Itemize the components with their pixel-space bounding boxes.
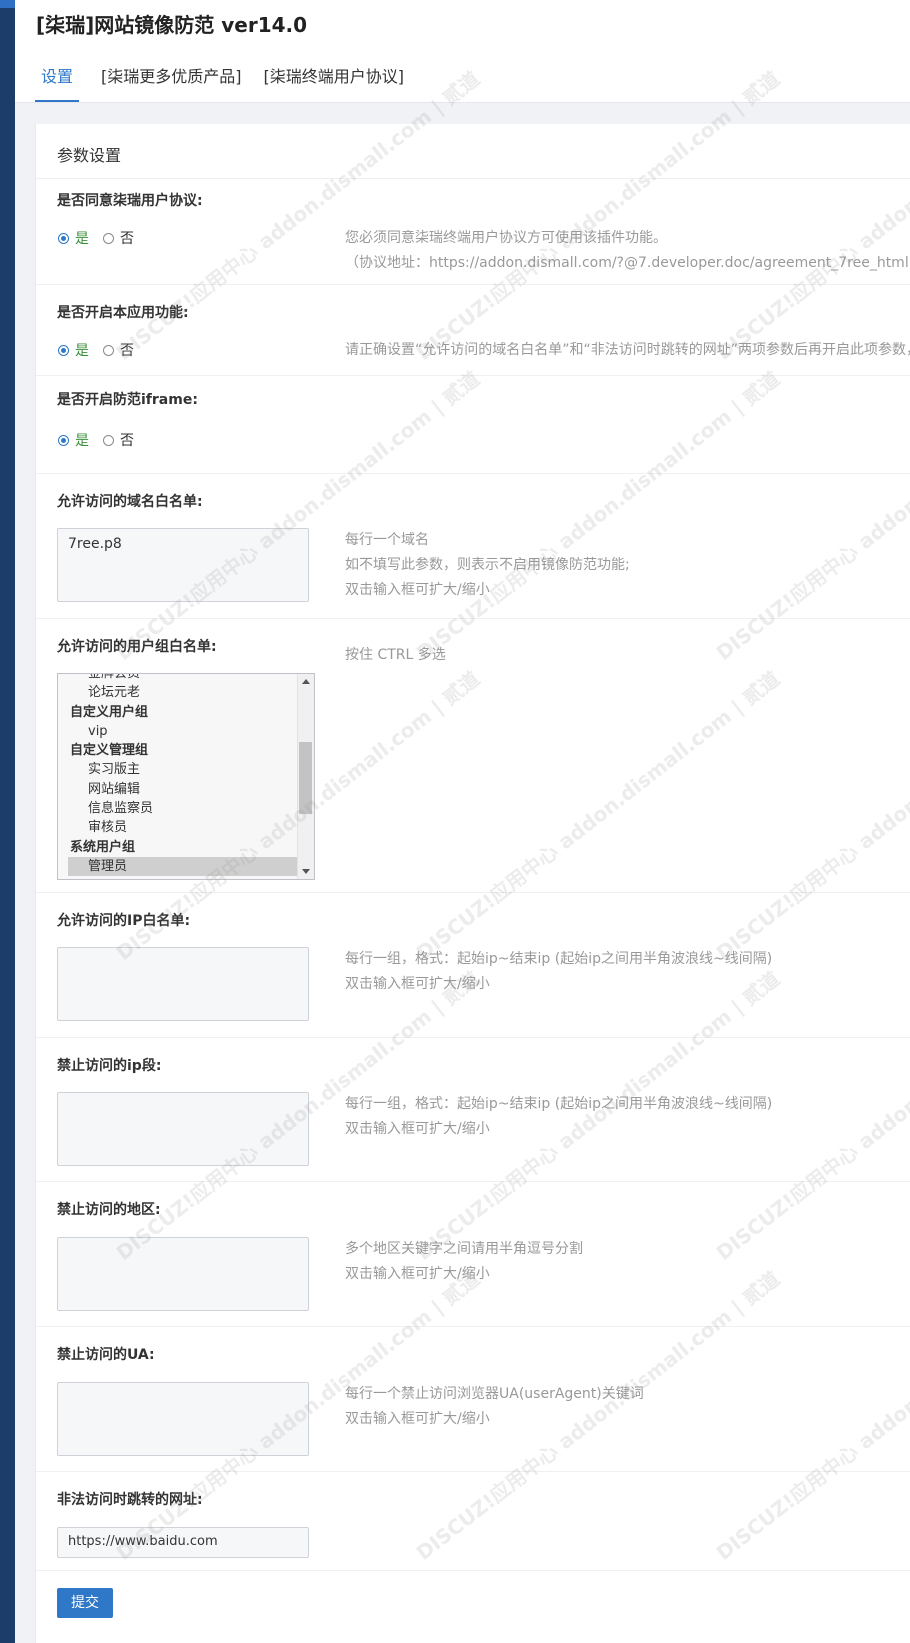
region-block-hint: 多个地区关键字之间请用半角逗号分割 双击输入框可扩大/缩小 bbox=[345, 1237, 583, 1287]
iframe-yes-radio[interactable] bbox=[58, 434, 69, 446]
agree-label: 是否同意柒瑞用户协议: bbox=[57, 193, 203, 209]
group-option[interactable]: vip bbox=[58, 722, 298, 741]
divider bbox=[36, 618, 910, 619]
divider bbox=[36, 473, 910, 474]
divider bbox=[36, 1570, 910, 1571]
domain-whitelist-hint-line: 如不填写此参数，则表示不启用镜像防范功能; bbox=[345, 557, 630, 573]
redirect-url-label: 非法访问时跳转的网址: bbox=[57, 1492, 203, 1508]
tab-user-agreement[interactable]: [柒瑞终端用户协议] bbox=[264, 66, 405, 102]
region-block-hint-line: 双击输入框可扩大/缩小 bbox=[345, 1266, 490, 1282]
left-sidebar bbox=[0, 0, 15, 1643]
group-whitelist-multiselect[interactable]: 金牌会员 论坛元老 自定义用户组 vip 自定义管理组 实习版主 网站编辑 信息… bbox=[57, 673, 315, 880]
sidebar-accent bbox=[0, 0, 15, 8]
agree-hint: 您必须同意柒瑞终端用户协议方可使用该插件功能。 （协议地址：https://ad… bbox=[345, 226, 910, 276]
ip-block-hint: 每行一组，格式：起始ip~结束ip (起始ip之间用半角波浪线~线间隔) 双击输… bbox=[345, 1092, 772, 1142]
agree-no-radio[interactable] bbox=[103, 232, 114, 244]
group-whitelist-label: 允许访问的用户组白名单: bbox=[57, 639, 217, 655]
group-heading: 自定义用户组 bbox=[70, 704, 149, 720]
enable-radio-group: 是 否 bbox=[58, 340, 134, 360]
group-option[interactable]: 金牌会员 bbox=[58, 674, 298, 683]
enable-yes-radio[interactable] bbox=[58, 344, 69, 356]
ua-block-label: 禁止访问的UA: bbox=[57, 1347, 155, 1363]
group-whitelist-hint: 按住 CTRL 多选 bbox=[345, 647, 446, 663]
ip-block-label: 禁止访问的ip段: bbox=[57, 1058, 162, 1074]
domain-whitelist-textarea[interactable]: 7ree.p8 bbox=[57, 528, 309, 602]
divider bbox=[36, 284, 910, 285]
iframe-radio-group: 是 否 bbox=[58, 430, 134, 450]
domain-whitelist-hint-line: 双击输入框可扩大/缩小 bbox=[345, 582, 490, 598]
ip-whitelist-hint-line: 每行一组，格式：起始ip~结束ip (起始ip之间用半角波浪线~线间隔) bbox=[345, 951, 773, 967]
domain-whitelist-label: 允许访问的域名白名单: bbox=[57, 494, 203, 510]
group-option[interactable]: 论坛元老 bbox=[58, 683, 298, 702]
agree-no-label[interactable]: 否 bbox=[120, 228, 134, 248]
ua-block-hint-line: 双击输入框可扩大/缩小 bbox=[345, 1411, 490, 1427]
agree-radio-group: 是 否 bbox=[58, 228, 134, 248]
region-block-textarea[interactable] bbox=[57, 1237, 309, 1311]
domain-whitelist-hint-line: 每行一个域名 bbox=[345, 532, 429, 548]
tab-bar: 设置 [柒瑞更多优质产品] [柒瑞终端用户协议] bbox=[35, 66, 426, 102]
group-option[interactable]: 网站编辑 bbox=[58, 780, 298, 799]
scroll-thumb[interactable] bbox=[299, 742, 312, 814]
ip-block-textarea[interactable] bbox=[57, 1092, 309, 1166]
ip-whitelist-label: 允许访问的IP白名单: bbox=[57, 913, 191, 929]
group-list: 金牌会员 论坛元老 自定义用户组 vip 自定义管理组 实习版主 网站编辑 信息… bbox=[58, 674, 298, 877]
ua-block-textarea[interactable] bbox=[57, 1382, 309, 1456]
redirect-url-input[interactable]: https://www.baidu.com bbox=[57, 1527, 309, 1558]
agree-yes-radio[interactable] bbox=[58, 232, 69, 244]
agree-hint-line: 您必须同意柒瑞终端用户协议方可使用该插件功能。 bbox=[345, 230, 667, 246]
submit-button[interactable]: 提交 bbox=[57, 1588, 113, 1618]
group-option-selected[interactable]: 管理员 bbox=[68, 856, 298, 877]
group-heading: 系统用户组 bbox=[70, 839, 136, 855]
panel-header: 参数设置 bbox=[36, 124, 910, 179]
iframe-no-label[interactable]: 否 bbox=[120, 430, 134, 450]
group-option[interactable]: 信息监察员 bbox=[58, 799, 298, 818]
ua-block-hint-line: 每行一个禁止访问浏览器UA(userAgent)关键词 bbox=[345, 1386, 644, 1402]
scroll-down-icon[interactable] bbox=[302, 869, 310, 874]
iframe-yes-label[interactable]: 是 bbox=[75, 430, 89, 450]
enable-no-label[interactable]: 否 bbox=[120, 340, 134, 360]
enable-label: 是否开启本应用功能: bbox=[57, 305, 189, 321]
iframe-label: 是否开启防范iframe: bbox=[57, 392, 198, 408]
divider bbox=[36, 375, 910, 376]
ip-block-hint-line: 每行一组，格式：起始ip~结束ip (起始ip之间用半角波浪线~线间隔) bbox=[345, 1096, 773, 1112]
ip-whitelist-hint: 每行一组，格式：起始ip~结束ip (起始ip之间用半角波浪线~线间隔) 双击输… bbox=[345, 947, 772, 997]
agree-yes-label[interactable]: 是 bbox=[75, 228, 89, 248]
listbox-scrollbar[interactable] bbox=[297, 674, 314, 879]
region-block-label: 禁止访问的地区: bbox=[57, 1202, 161, 1218]
divider bbox=[36, 1326, 910, 1327]
divider bbox=[36, 892, 910, 893]
enable-no-radio[interactable] bbox=[103, 344, 114, 356]
ua-block-hint: 每行一个禁止访问浏览器UA(userAgent)关键词 双击输入框可扩大/缩小 bbox=[345, 1382, 644, 1432]
ip-block-hint-line: 双击输入框可扩大/缩小 bbox=[345, 1121, 490, 1137]
divider bbox=[36, 1471, 910, 1472]
panel-title: 参数设置 bbox=[57, 146, 122, 165]
domain-whitelist-hint: 每行一个域名 如不填写此参数，则表示不启用镜像防范功能; 双击输入框可扩大/缩小 bbox=[345, 528, 630, 603]
settings-panel: 参数设置 是否同意柒瑞用户协议: 是 否 您必须同意柒瑞终端用户协议方可使用该插… bbox=[35, 124, 910, 1643]
group-option[interactable]: 实习版主 bbox=[58, 760, 298, 779]
tab-more-products[interactable]: [柒瑞更多优质产品] bbox=[101, 66, 242, 102]
divider bbox=[36, 1037, 910, 1038]
group-option[interactable]: 审核员 bbox=[58, 818, 298, 837]
region-block-hint-line: 多个地区关键字之间请用半角逗号分割 bbox=[345, 1241, 583, 1257]
ip-whitelist-hint-line: 双击输入框可扩大/缩小 bbox=[345, 976, 490, 992]
enable-hint: 请正确设置“允许访问的域名白名单”和“非法访问时跳转的网址”两项参数后再开启此项… bbox=[345, 342, 910, 358]
app-title: [柒瑞]网站镜像防范 ver14.0 bbox=[36, 13, 308, 37]
agree-hint-line: （协议地址：https://addon.dismall.com/?@7.deve… bbox=[345, 255, 910, 271]
top-header: [柒瑞]网站镜像防范 ver14.0 设置 [柒瑞更多优质产品] [柒瑞终端用户… bbox=[15, 0, 910, 103]
group-heading: 自定义管理组 bbox=[70, 743, 149, 759]
ip-whitelist-textarea[interactable] bbox=[57, 947, 309, 1021]
tab-settings[interactable]: 设置 bbox=[35, 66, 80, 102]
iframe-no-radio[interactable] bbox=[103, 434, 114, 446]
enable-yes-label[interactable]: 是 bbox=[75, 340, 89, 360]
divider bbox=[36, 1181, 910, 1182]
scroll-up-icon[interactable] bbox=[302, 679, 310, 684]
